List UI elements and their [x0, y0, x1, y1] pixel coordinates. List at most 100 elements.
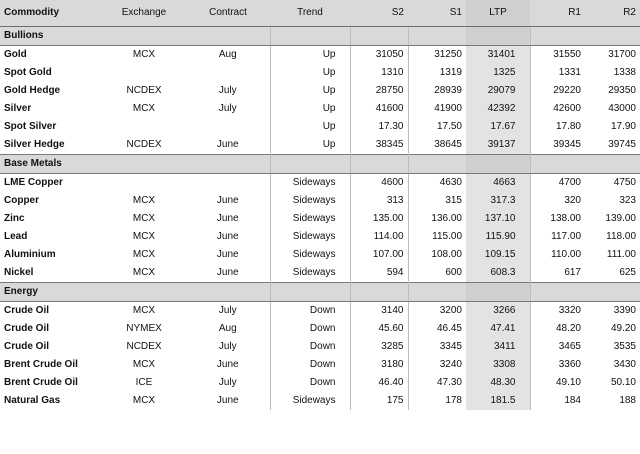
- cell-trend: Down: [269, 319, 350, 338]
- cell-exchange: MCX: [132, 305, 156, 316]
- section-filler-cell: [186, 25, 270, 46]
- cell-trend: Down: [269, 301, 350, 320]
- cell-s1: 3345: [407, 337, 466, 356]
- table-row: Natural Gas MCX June Sideways 175 178 181.5 184…: [0, 391, 640, 410]
- cell-s1: 46.45: [407, 319, 466, 338]
- cell-trend: Sideways: [269, 391, 350, 410]
- table-row: Lead MCX June Sideways 114.00 115.00 115.90 117…: [0, 227, 640, 246]
- cell-contract: June: [216, 139, 239, 150]
- section-header-row: Bullions: [0, 25, 640, 46]
- cell-r2: 3535: [613, 341, 636, 352]
- cell-exchange: NYMEX: [126, 323, 162, 334]
- cell-trend: Sideways: [269, 245, 350, 264]
- cell-trend: Sideways: [269, 173, 350, 192]
- table-row: Aluminium MCX June Sideways 107.00 108.00 109.…: [0, 245, 640, 264]
- header-ltp: LTP: [466, 0, 530, 27]
- cell-trend: Down: [269, 373, 350, 392]
- section-filler-cell: [269, 25, 350, 46]
- section-filler-cell: [349, 153, 408, 174]
- cell-contract: Aug: [218, 323, 237, 334]
- cell-ltp: 3411: [466, 337, 530, 356]
- cell-contract: June: [216, 267, 239, 278]
- cell-s2: 31050: [349, 45, 408, 64]
- table-row: Spot Silver Up 17.30 17.50 17.67 17.80 17.90: [0, 117, 640, 136]
- cell-ltp: 31401: [466, 45, 530, 64]
- cell-trend: Down: [269, 355, 350, 374]
- section-filler-cell: [186, 281, 270, 302]
- section-filler-cell: [407, 25, 466, 46]
- cell-s1: 600: [407, 263, 466, 282]
- cell-trend: Up: [269, 81, 350, 100]
- cell-commodity: Lead: [4, 231, 28, 242]
- cell-s1: 3240: [407, 355, 466, 374]
- section-header-row: Base Metals: [0, 153, 640, 174]
- section-filler-cell: [466, 153, 530, 174]
- cell-contract: July: [218, 377, 237, 388]
- cell-r2: 43000: [608, 103, 636, 114]
- cell-exchange: [102, 118, 186, 136]
- cell-contract: July: [218, 305, 237, 316]
- table-row: LME Copper Sideways 4600 4630 4663 4700 4750: [0, 173, 640, 192]
- cell-r2: 39745: [608, 139, 636, 150]
- cell-r1: 3320: [529, 301, 585, 320]
- cell-s1: 31250: [407, 45, 466, 64]
- cell-ltp: 17.67: [466, 117, 530, 136]
- cell-contract: June: [216, 395, 239, 406]
- cell-s1: 315: [407, 191, 466, 210]
- cell-s1: 4630: [407, 173, 466, 192]
- section-filler-cell: [585, 153, 640, 174]
- section-filler-cell: [269, 153, 350, 174]
- cell-exchange: [102, 64, 186, 82]
- cell-r1: 48.20: [529, 319, 585, 338]
- cell-ltp: 47.41: [466, 319, 530, 338]
- cell-commodity: Silver Hedge: [4, 139, 65, 150]
- table-row: Crude Oil MCX July Down 3140 3200 3266 3320 3390: [0, 301, 640, 320]
- cell-s1: 115.00: [407, 227, 466, 246]
- cell-commodity: Silver: [4, 103, 32, 114]
- cell-commodity: Spot Silver: [4, 121, 57, 132]
- section-filler-cell: [186, 153, 270, 174]
- cell-commodity: Aluminium: [4, 249, 56, 260]
- cell-trend: Up: [269, 45, 350, 64]
- section-filler-cell: [529, 25, 585, 46]
- cell-s1: 178: [407, 391, 466, 410]
- cell-commodity: Crude Oil: [4, 323, 50, 334]
- table-row: Nickel MCX June Sideways 594 600 608.3 617 625: [0, 263, 640, 282]
- header-contract: Contract: [186, 0, 270, 27]
- cell-commodity: Brent Crude Oil: [4, 377, 78, 388]
- cell-ltp: 4663: [466, 173, 530, 192]
- cell-r1: 110.00: [529, 245, 585, 264]
- cell-s1: 41900: [407, 99, 466, 118]
- cell-s2: 3180: [349, 355, 408, 374]
- cell-s2: 135.00: [349, 209, 408, 228]
- cell-exchange: NCDEX: [126, 139, 162, 150]
- table-row: Silver MCX July Up 41600 41900 42392 42600 43000: [0, 99, 640, 118]
- cell-ltp: 137.10: [466, 209, 530, 228]
- header-r1: R1: [530, 0, 585, 27]
- cell-r2: 4750: [613, 177, 636, 188]
- table-row: Zinc MCX June Sideways 135.00 136.00 137.10 138…: [0, 209, 640, 228]
- section-title: Base Metals: [0, 153, 102, 174]
- cell-s1: 17.50: [407, 117, 466, 136]
- cell-s1: 108.00: [407, 245, 466, 264]
- cell-ltp: 39137: [466, 135, 530, 154]
- cell-s1: 28939: [407, 81, 466, 100]
- cell-exchange: MCX: [132, 231, 156, 242]
- cell-trend: Up: [269, 117, 350, 136]
- section-title: Energy: [0, 281, 102, 302]
- cell-exchange: NCDEX: [126, 85, 162, 96]
- cell-r2: 29350: [608, 85, 636, 96]
- header-commodity: Commodity: [0, 0, 102, 27]
- cell-s1: 1319: [407, 63, 466, 82]
- section-filler-cell: [407, 281, 466, 302]
- section-filler-cell: [102, 281, 186, 302]
- cell-r1: 4700: [529, 173, 585, 192]
- cell-r2: 139.00: [605, 213, 636, 224]
- table-row: Brent Crude Oil ICE July Down 46.40 47.30 48.3…: [0, 373, 640, 392]
- cell-s2: 313: [349, 191, 408, 210]
- cell-s1: 47.30: [407, 373, 466, 392]
- cell-r1: 184: [529, 391, 585, 410]
- cell-r2: 17.90: [610, 121, 636, 132]
- cell-r1: 117.00: [529, 227, 585, 246]
- cell-exchange: ICE: [135, 377, 153, 388]
